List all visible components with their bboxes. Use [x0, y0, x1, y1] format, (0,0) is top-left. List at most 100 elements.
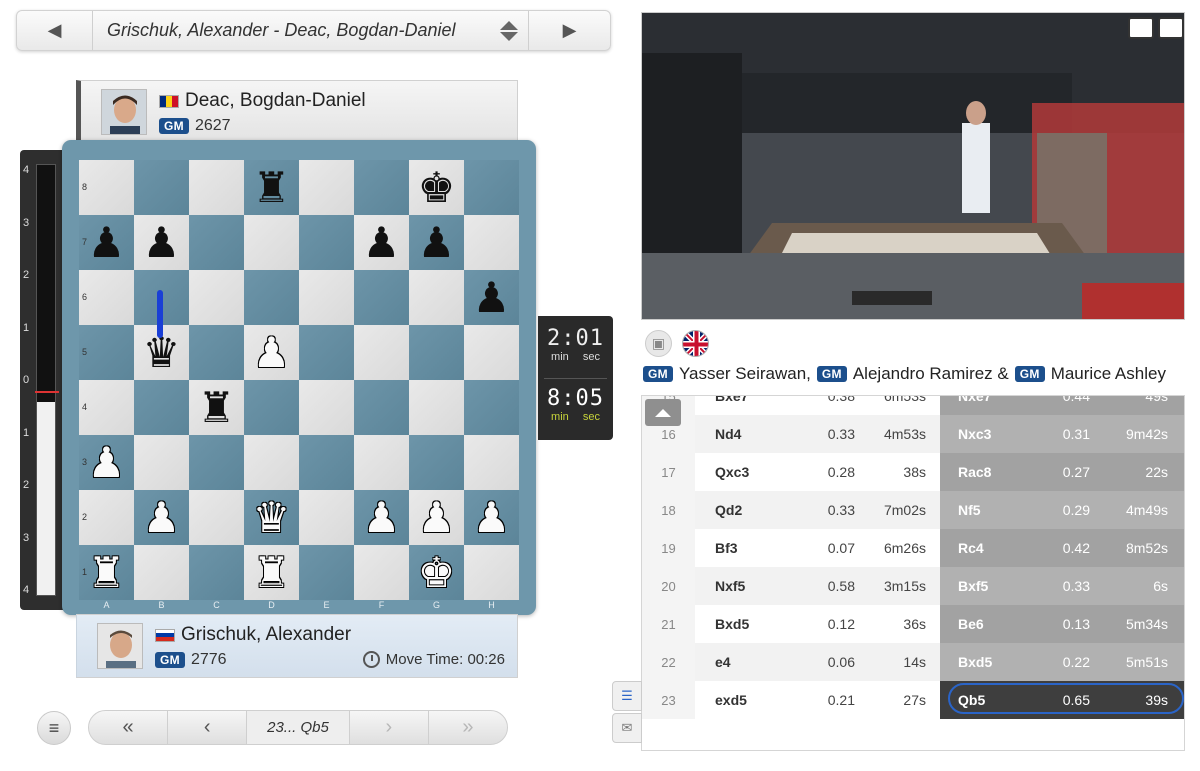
white-rook-icon[interactable]: ♜ — [253, 551, 291, 594]
square-h4[interactable] — [464, 380, 519, 435]
square-f5[interactable] — [354, 325, 409, 380]
game-title-select[interactable]: Grischuk, Alexander - Deac, Bogdan-Danie… — [93, 20, 528, 41]
square-g4[interactable] — [409, 380, 464, 435]
white-rook-icon[interactable]: ♜ — [88, 551, 126, 594]
square-c7[interactable] — [189, 215, 244, 270]
white-move[interactable]: e4 — [695, 643, 780, 681]
square-g7[interactable]: ♟ — [409, 215, 464, 270]
square-d7[interactable] — [244, 215, 299, 270]
square-g2[interactable]: ♟ — [409, 490, 464, 545]
black-move[interactable]: Nxc3 — [940, 415, 1030, 453]
top-player-name[interactable]: Deac, Bogdan-Daniel — [185, 90, 366, 112]
black-pawn-icon[interactable]: ♟ — [363, 221, 401, 264]
black-rook-icon[interactable]: ♜ — [198, 386, 236, 429]
square-d5[interactable]: ♟ — [244, 325, 299, 380]
square-a8[interactable]: 8 — [79, 160, 134, 215]
white-move[interactable]: Bxe7 — [695, 396, 780, 415]
chess-board[interactable]: 8 ♜ ♚ 7 ♟ ♟ ♟ ♟ 6 ♟ 5 ♛ ♟ 4 ♜ 3 ♟ 2 ♟ ♛ ♟ ♟ ♟ 1 ♜ ♜ ♚ — [79, 160, 519, 600]
live-video[interactable] — [641, 12, 1185, 320]
square-c2[interactable] — [189, 490, 244, 545]
last-move-button[interactable]: » — [429, 711, 507, 744]
black-queen-icon[interactable]: ♛ — [143, 331, 181, 374]
square-e5[interactable] — [299, 325, 354, 380]
square-e3[interactable] — [299, 435, 354, 490]
square-c8[interactable] — [189, 160, 244, 215]
white-move[interactable]: Nxf5 — [695, 567, 780, 605]
black-move[interactable]: Bxd5 — [940, 643, 1030, 681]
square-a3[interactable]: 3 ♟ — [79, 435, 134, 490]
bottom-player-name[interactable]: Grischuk, Alexander — [181, 624, 351, 646]
square-f2[interactable]: ♟ — [354, 490, 409, 545]
square-a2[interactable]: 2 — [79, 490, 134, 545]
square-c1[interactable] — [189, 545, 244, 600]
square-h3[interactable] — [464, 435, 519, 490]
square-g5[interactable] — [409, 325, 464, 380]
white-pawn-icon[interactable]: ♟ — [253, 331, 291, 374]
square-e7[interactable] — [299, 215, 354, 270]
square-g1[interactable]: ♚ — [409, 545, 464, 600]
white-move[interactable]: Nd4 — [695, 415, 780, 453]
white-pawn-icon[interactable]: ♟ — [418, 496, 456, 539]
square-f8[interactable] — [354, 160, 409, 215]
picture-in-picture-button[interactable] — [1128, 17, 1154, 39]
square-b8[interactable] — [134, 160, 189, 215]
square-h1[interactable] — [464, 545, 519, 600]
chat-tab[interactable]: ✉ — [612, 713, 642, 743]
square-f3[interactable] — [354, 435, 409, 490]
square-c3[interactable] — [189, 435, 244, 490]
white-pawn-icon[interactable]: ♟ — [88, 441, 126, 484]
square-f7[interactable]: ♟ — [354, 215, 409, 270]
black-move[interactable]: Be6 — [940, 605, 1030, 643]
black-move[interactable]: Rc4 — [940, 529, 1030, 567]
square-d1[interactable]: ♜ — [244, 545, 299, 600]
next-game-button[interactable]: ▶ — [528, 11, 610, 50]
white-pawn-icon[interactable]: ♟ — [363, 496, 401, 539]
square-h2[interactable]: ♟ — [464, 490, 519, 545]
previous-game-button[interactable]: ◀ — [17, 11, 93, 50]
square-a4[interactable]: 4 — [79, 380, 134, 435]
first-move-button[interactable]: « — [89, 711, 169, 744]
black-rook-icon[interactable]: ♜ — [253, 166, 291, 209]
square-e6[interactable] — [299, 270, 354, 325]
square-c5[interactable] — [189, 325, 244, 380]
square-h7[interactable] — [464, 215, 519, 270]
square-b1[interactable] — [134, 545, 189, 600]
black-move[interactable]: Nxe7 — [940, 396, 1030, 415]
square-d2[interactable]: ♛ — [244, 490, 299, 545]
white-queen-icon[interactable]: ♛ — [253, 496, 291, 539]
square-g3[interactable] — [409, 435, 464, 490]
black-pawn-icon[interactable]: ♟ — [473, 276, 511, 319]
white-king-icon[interactable]: ♚ — [418, 551, 456, 594]
square-c4[interactable]: ♜ — [189, 380, 244, 435]
notation-tab[interactable]: ☰ — [612, 681, 642, 711]
square-b3[interactable] — [134, 435, 189, 490]
black-king-icon[interactable]: ♚ — [418, 166, 456, 209]
square-g6[interactable] — [409, 270, 464, 325]
white-pawn-icon[interactable]: ♟ — [143, 496, 181, 539]
square-g8[interactable]: ♚ — [409, 160, 464, 215]
black-pawn-icon[interactable]: ♟ — [418, 221, 456, 264]
square-a7[interactable]: 7 ♟ — [79, 215, 134, 270]
square-d6[interactable] — [244, 270, 299, 325]
square-e8[interactable] — [299, 160, 354, 215]
square-d4[interactable] — [244, 380, 299, 435]
previous-move-button[interactable]: ‹ — [168, 711, 248, 744]
white-move[interactable]: Bf3 — [695, 529, 780, 567]
white-move[interactable]: exd5 — [695, 681, 780, 719]
white-move[interactable]: Qd2 — [695, 491, 780, 529]
square-d3[interactable] — [244, 435, 299, 490]
square-h5[interactable] — [464, 325, 519, 380]
black-pawn-icon[interactable]: ♟ — [143, 221, 181, 264]
white-move[interactable]: Bxd5 — [695, 605, 780, 643]
scroll-up-button[interactable] — [645, 399, 681, 426]
square-b4[interactable] — [134, 380, 189, 435]
square-a5[interactable]: 5 — [79, 325, 134, 380]
square-e4[interactable] — [299, 380, 354, 435]
square-e1[interactable] — [299, 545, 354, 600]
square-h6[interactable]: ♟ — [464, 270, 519, 325]
black-pawn-icon[interactable]: ♟ — [88, 221, 126, 264]
square-f1[interactable] — [354, 545, 409, 600]
black-move[interactable]: Bxf5 — [940, 567, 1030, 605]
square-d8[interactable]: ♜ — [244, 160, 299, 215]
square-f6[interactable] — [354, 270, 409, 325]
